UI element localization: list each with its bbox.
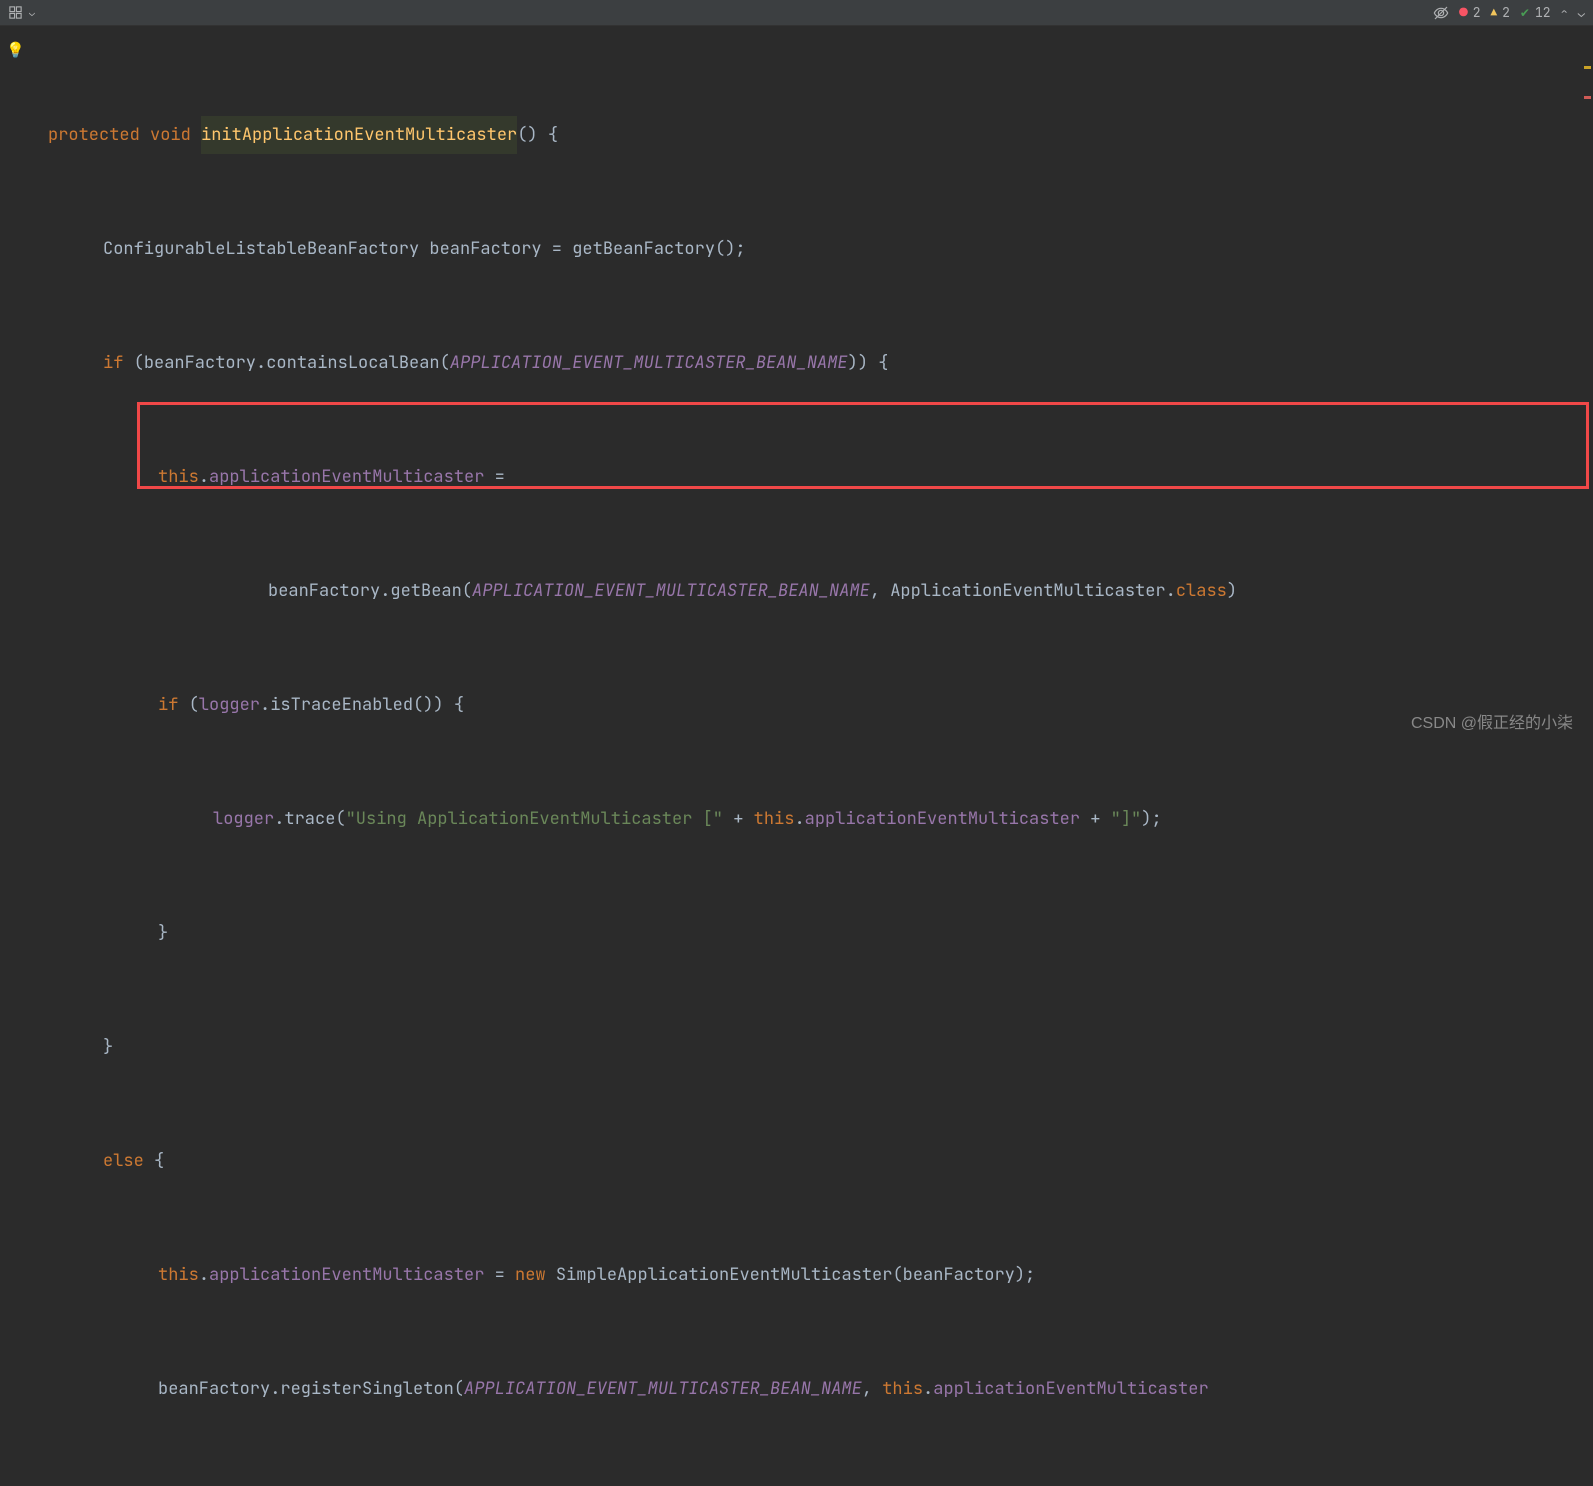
code-line: ConfigurableListableBeanFactory beanFact… [48,230,1593,268]
readonly-eye-icon[interactable] [1433,5,1449,21]
inspection-warnings[interactable]: 2 [1491,4,1510,21]
code-line: logger.trace("Using ApplicationEventMult… [48,800,1593,838]
code-line: beanFactory.getBean(APPLICATION_EVENT_MU… [48,572,1593,610]
code-line: } [48,1028,1593,1066]
inspections-widget[interactable]: 2 2 12 ⌃ ⌄ [1433,4,1585,22]
code-line: beanFactory.registerSingleton(APPLICATIO… [48,1370,1593,1408]
chevron-down-icon-2[interactable]: ⌄ [1578,5,1585,21]
code-line: protected void initApplicationEventMulti… [48,116,1593,154]
chevron-down-icon[interactable]: ⌄ [29,6,35,19]
breadcrumbs-bar: ⌄ 2 2 12 ⌃ ⌄ [0,0,1593,26]
code-line: if (logger.isTraceEnabled()) { [48,1484,1593,1486]
code-line: if (logger.isTraceEnabled()) { [48,686,1593,724]
intention-bulb-icon[interactable]: 💡 [6,40,25,60]
inspection-errors[interactable]: 2 [1459,4,1480,22]
code-line: this.applicationEventMulticaster = new S… [48,1256,1593,1294]
breadcrumbs-left[interactable]: ⌄ [8,5,35,20]
code-editor[interactable]: 💡 protected void initApplicationEventMul… [0,26,1593,1486]
watermark-text: CSDN @假正经的小柒 [1411,709,1573,733]
ok-count: 12 [1535,4,1551,21]
code-line: } [48,914,1593,952]
scroll-marker-error[interactable] [1584,96,1591,99]
inspection-ok[interactable]: 12 [1520,4,1551,21]
chevron-up-icon[interactable]: ⌃ [1561,5,1568,21]
code-content[interactable]: protected void initApplicationEventMulti… [0,40,1593,1486]
scroll-marker-warning[interactable] [1584,66,1591,69]
code-line: this.applicationEventMulticaster = [48,458,1593,496]
scroll-markers[interactable] [1581,26,1593,743]
code-line: else { [48,1142,1593,1180]
warning-count: 2 [1502,4,1510,21]
structure-icon [8,5,23,20]
code-line: if (beanFactory.containsLocalBean(APPLIC… [48,344,1593,382]
error-count: 2 [1473,4,1481,21]
